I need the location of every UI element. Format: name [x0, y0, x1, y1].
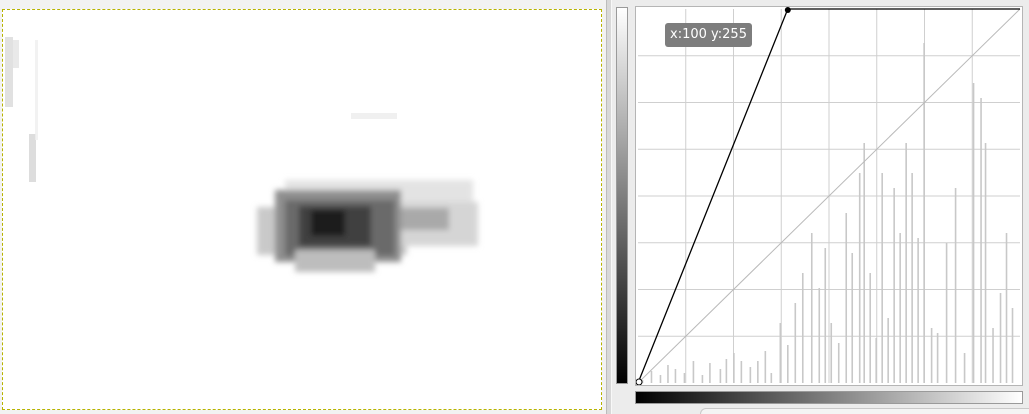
coordinate-readout: x:100 y:255: [665, 23, 752, 47]
input-gradient-bar: [635, 391, 1023, 404]
curve-control-point: [636, 378, 643, 385]
panel-bottom-edge: [700, 408, 1029, 414]
curves-graph[interactable]: x:100 y:255: [635, 6, 1023, 386]
canvas-image: [5, 37, 478, 272]
image-canvas[interactable]: [2, 9, 602, 410]
curves-panel: x:100 y:255: [612, 0, 1029, 414]
curves-plot[interactable]: [636, 7, 1022, 385]
output-gradient-bar: [616, 7, 628, 384]
image-canvas-area[interactable]: [0, 0, 606, 414]
curve-control-point-selected: [784, 7, 791, 13]
